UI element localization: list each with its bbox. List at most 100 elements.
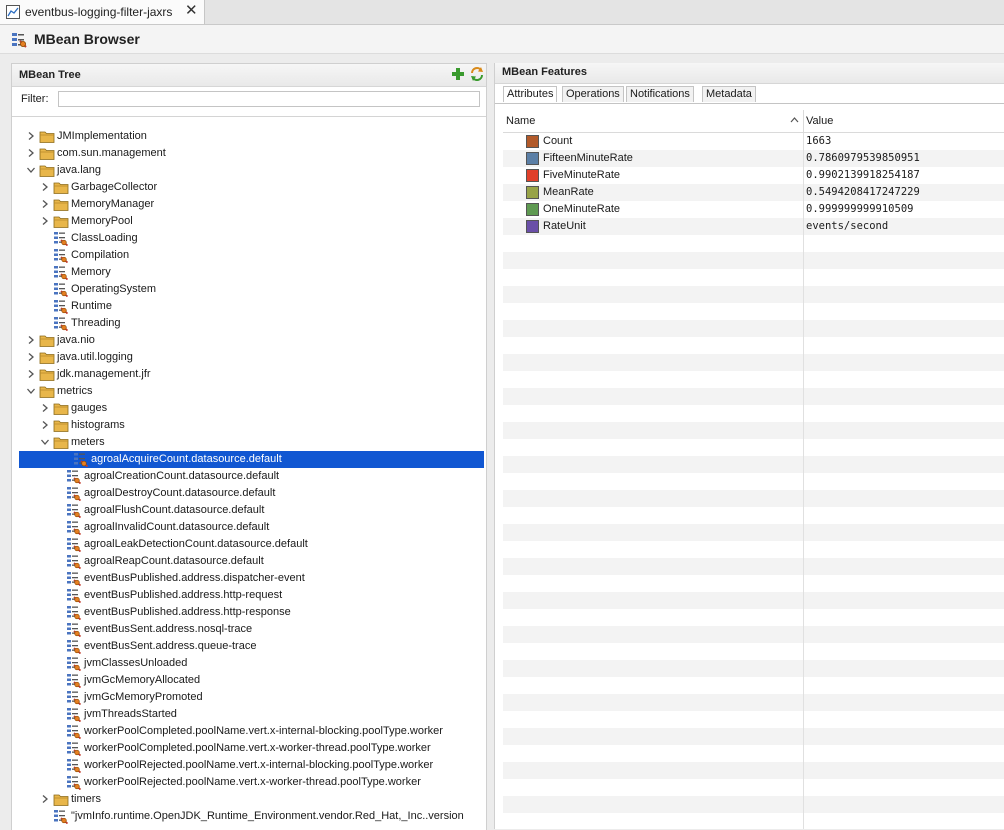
tree-mbean-item[interactable]: workerPoolCompleted.poolName.vert.x-work… (12, 740, 486, 757)
mbean-browser-icon (12, 33, 27, 48)
tree-mbean-item[interactable]: ClassLoading (12, 230, 486, 247)
tree-mbean-item[interactable]: Compilation (12, 247, 486, 264)
tree-item-label: jvmClassesUnloaded (84, 657, 188, 669)
tree-mbean-item[interactable]: Runtime (12, 298, 486, 315)
tree-folder-item[interactable]: timers (12, 791, 486, 808)
tree-mbean-item[interactable]: jvmGcMemoryPromoted (12, 689, 486, 706)
attribute-row[interactable]: Count 1663 (503, 133, 1004, 150)
chevron-right-icon[interactable] (26, 369, 36, 379)
mbean-icon (66, 758, 82, 774)
tree-item-label: jvmThreadsStarted (84, 708, 177, 720)
empty-table-row (503, 405, 1004, 422)
tree-mbean-item[interactable]: eventBusSent.address.nosql-trace (12, 621, 486, 638)
tree-folder-item[interactable]: metrics (12, 383, 486, 400)
attribute-row[interactable]: MeanRate 0.5494208417247229 (503, 184, 1004, 201)
filter-input[interactable] (58, 91, 480, 107)
tree-mbean-item[interactable]: jvmThreadsStarted (12, 706, 486, 723)
attribute-row[interactable]: FiveMinuteRate 0.9902139918254187 (503, 167, 1004, 184)
empty-table-row (503, 456, 1004, 473)
folder-icon (39, 163, 55, 178)
tree-mbean-item[interactable]: workerPoolCompleted.poolName.vert.x-inte… (12, 723, 486, 740)
chevron-right-icon[interactable] (40, 420, 50, 430)
tree-mbean-item[interactable]: agroalAcquireCount.datasource.default (19, 451, 484, 468)
tab-attributes[interactable]: Attributes (503, 86, 558, 102)
attribute-value: 0.9902139918254187 (806, 169, 920, 181)
empty-table-row (503, 303, 1004, 320)
attribute-color-swatch (526, 169, 539, 182)
tree-mbean-item[interactable]: OperatingSystem (12, 281, 486, 298)
empty-table-row (503, 371, 1004, 388)
add-icon[interactable] (451, 67, 465, 81)
tree-mbean-item[interactable]: eventBusPublished.address.http-response (12, 604, 486, 621)
chevron-down-icon[interactable] (26, 386, 36, 396)
editor-tab[interactable]: eventbus-logging-filter-jaxrs ✕ (0, 0, 205, 24)
chevron-right-icon[interactable] (40, 182, 50, 192)
tree-mbean-item[interactable]: eventBusPublished.address.http-request (12, 587, 486, 604)
tree-item-label: java.nio (57, 334, 95, 346)
tree-folder-item[interactable]: gauges (12, 400, 486, 417)
empty-table-row (503, 439, 1004, 456)
tree-item-label: Runtime (71, 300, 112, 312)
tree-folder-item[interactable]: java.lang (12, 162, 486, 179)
tree-folder-item[interactable]: jdk.management.jfr (12, 366, 486, 383)
attribute-name: FiveMinuteRate (543, 169, 621, 181)
attribute-row[interactable]: FifteenMinuteRate 0.7860979539850951 (503, 150, 1004, 167)
tab-metadata[interactable]: Metadata (702, 86, 756, 102)
attribute-row[interactable]: OneMinuteRate 0.999999999910509 (503, 201, 1004, 218)
column-divider[interactable] (803, 110, 804, 132)
empty-table-row (503, 643, 1004, 660)
mbean-features-title: MBean Features (502, 66, 587, 78)
tree-mbean-item[interactable]: jvmClassesUnloaded (12, 655, 486, 672)
tree-folder-item[interactable]: com.sun.management (12, 145, 486, 162)
chevron-right-icon[interactable] (26, 148, 36, 158)
tree-mbean-item[interactable]: agroalCreationCount.datasource.default (12, 468, 486, 485)
tree-folder-item[interactable]: meters (12, 434, 486, 451)
chevron-down-icon[interactable] (40, 437, 50, 447)
tree-folder-item[interactable]: java.nio (12, 332, 486, 349)
chevron-right-icon[interactable] (40, 403, 50, 413)
tree-mbean-item[interactable]: Memory (12, 264, 486, 281)
tree-item-label: MemoryPool (71, 215, 133, 227)
empty-table-row (503, 558, 1004, 575)
chevron-right-icon[interactable] (40, 794, 50, 804)
empty-table-row (503, 575, 1004, 592)
chevron-right-icon[interactable] (40, 199, 50, 209)
attribute-row[interactable]: RateUnit events/second (503, 218, 1004, 235)
tab-operations[interactable]: Operations (562, 86, 624, 102)
tree-mbean-item[interactable]: agroalFlushCount.datasource.default (12, 502, 486, 519)
refresh-icon[interactable] (469, 66, 485, 82)
tree-folder-item[interactable]: MemoryManager (12, 196, 486, 213)
chevron-right-icon[interactable] (26, 352, 36, 362)
mbean-icon (66, 537, 82, 553)
tree-mbean-item[interactable]: agroalLeakDetectionCount.datasource.defa… (12, 536, 486, 553)
tree-mbean-item[interactable]: agroalReapCount.datasource.default (12, 553, 486, 570)
tree-mbean-item[interactable]: Threading (12, 315, 486, 332)
tree-folder-item[interactable]: GarbageCollector (12, 179, 486, 196)
tree-folder-item[interactable]: JMImplementation (12, 128, 486, 145)
tree-mbean-item[interactable]: eventBusPublished.address.dispatcher-eve… (12, 570, 486, 587)
name-column-header[interactable]: Name (506, 115, 535, 127)
chevron-right-icon[interactable] (26, 335, 36, 345)
tree-mbean-item[interactable]: agroalInvalidCount.datasource.default (12, 519, 486, 536)
tree-mbean-item[interactable]: "jvmInfo.runtime.OpenJDK_Runtime_Environ… (12, 808, 486, 825)
chevron-right-icon[interactable] (26, 131, 36, 141)
chevron-down-icon[interactable] (26, 165, 36, 175)
tree-folder-item[interactable]: java.util.logging (12, 349, 486, 366)
tree-mbean-item[interactable]: jvmGcMemoryAllocated (12, 672, 486, 689)
tree-mbean-item[interactable]: eventBusSent.address.queue-trace (12, 638, 486, 655)
attribute-color-swatch (526, 152, 539, 165)
tree-folder-item[interactable]: MemoryPool (12, 213, 486, 230)
tab-notifications[interactable]: Notifications (626, 86, 694, 102)
tree-item-label: "jvmInfo.runtime.OpenJDK_Runtime_Environ… (71, 810, 464, 822)
tree-item-label: workerPoolRejected.poolName.vert.x-inter… (84, 759, 434, 771)
tree-folder-item[interactable]: histograms (12, 417, 486, 434)
column-divider (803, 133, 804, 829)
value-column-header[interactable]: Value (806, 115, 833, 127)
chevron-right-icon[interactable] (40, 216, 50, 226)
close-icon[interactable]: ✕ (185, 2, 198, 20)
tree-mbean-item[interactable]: workerPoolRejected.poolName.vert.x-inter… (12, 757, 486, 774)
mbean-tree-panel: MBean Tree Filter: JMImplementation com.s… (11, 63, 487, 830)
tree-mbean-item[interactable]: workerPoolRejected.poolName.vert.x-worke… (12, 774, 486, 791)
attribute-value: 0.999999999910509 (806, 203, 914, 215)
tree-mbean-item[interactable]: agroalDestroyCount.datasource.default (12, 485, 486, 502)
